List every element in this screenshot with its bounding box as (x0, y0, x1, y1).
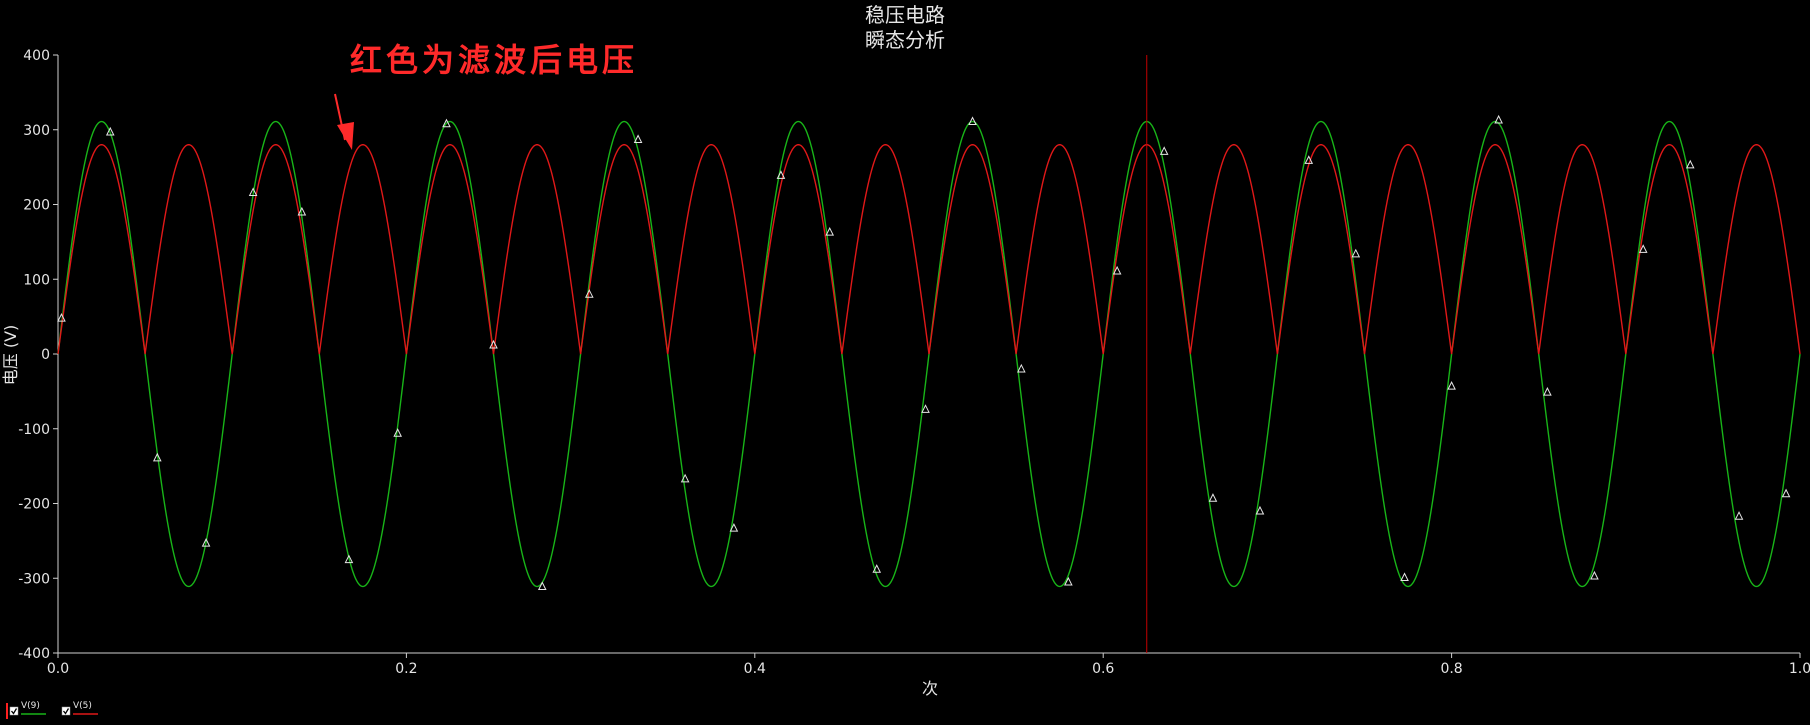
y-tick-label: -100 (18, 422, 50, 438)
y-tick-label: 300 (23, 123, 50, 139)
y-tick-label: 0 (41, 347, 50, 363)
chart-title: 稳压电路 (865, 3, 945, 27)
chart-subtitle: 瞬态分析 (865, 28, 945, 52)
chart: 稳压电路 瞬态分析 红色为滤波后电压 0.0 0.2 0.4 0.6 0.8 1.0 40… (0, 0, 1810, 725)
y-tick-label: 400 (23, 48, 50, 64)
x-axis-label: 次 (922, 679, 938, 698)
legend-label: V(5) (73, 701, 92, 711)
chart-background (0, 0, 1810, 725)
y-tick-label: -200 (18, 497, 50, 513)
y-axis-label: 电压 (V) (1, 325, 20, 386)
x-tick-label: 0.4 (744, 661, 766, 677)
y-tick-label: -400 (18, 646, 50, 662)
legend-red-bar (6, 703, 8, 719)
x-tick-label: 0.2 (395, 661, 417, 677)
x-tick-label: 0.0 (47, 661, 69, 677)
y-tick-label: 100 (23, 272, 50, 288)
x-tick-label: 0.8 (1440, 661, 1462, 677)
legend-label: V(9) (21, 701, 40, 711)
annotation-text: 红色为滤波后电压 (350, 41, 638, 79)
y-tick-label: 200 (23, 198, 50, 214)
x-tick-label: 0.6 (1092, 661, 1114, 677)
y-tick-label: -300 (18, 571, 50, 587)
x-tick-label: 1.0 (1789, 661, 1810, 677)
